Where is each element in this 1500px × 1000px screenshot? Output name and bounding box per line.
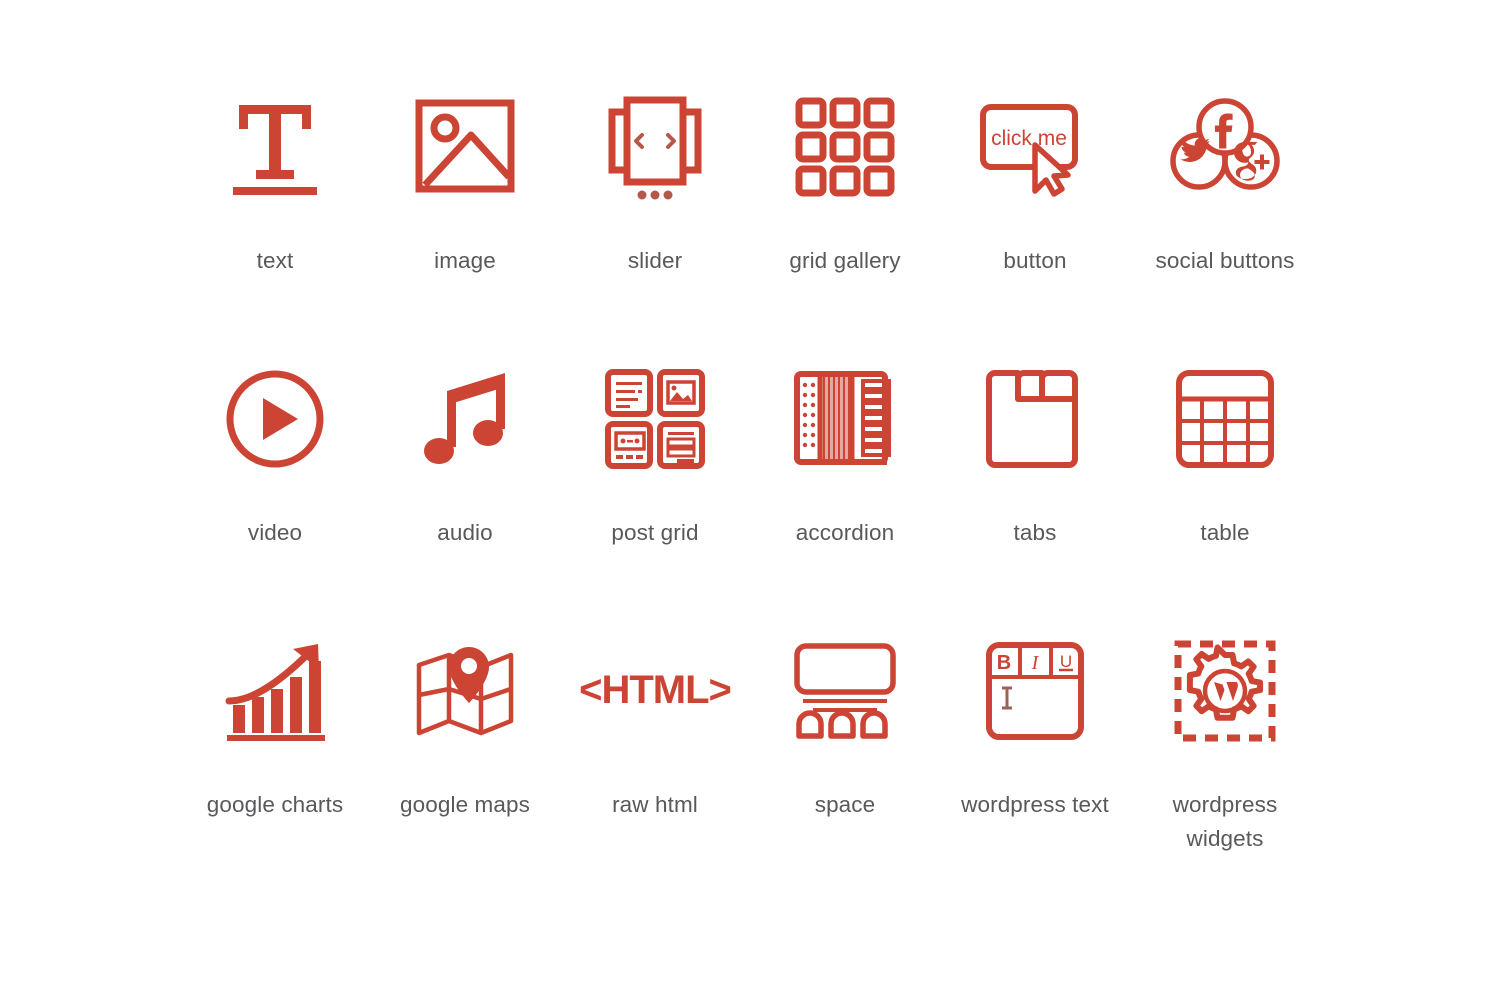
icon-label: raw html	[612, 792, 698, 817]
icon-label: button	[1003, 248, 1067, 273]
icon-label: video	[247, 520, 303, 545]
html-tag-icon: <HTML>	[579, 616, 732, 766]
icon-cell-text[interactable]: text	[180, 72, 370, 344]
play-circle-icon	[200, 344, 350, 494]
social-circles-icon	[1150, 72, 1300, 222]
icon-label: space	[814, 792, 876, 817]
icon-sheet: text image slider grid gallery click me …	[0, 0, 1500, 1000]
icon-label: google charts	[206, 792, 344, 817]
grid-gallery-icon	[770, 72, 920, 222]
click-me-button-cursor-icon: click me	[960, 72, 1110, 222]
wysiwyg-editor-icon: B I U	[960, 616, 1110, 766]
icon-label: grid gallery	[789, 248, 901, 273]
icon-cell-tabs[interactable]: tabs	[940, 344, 1130, 616]
icon-label: text	[256, 248, 294, 273]
music-note-icon	[390, 344, 540, 494]
icon-label: google maps	[400, 792, 530, 817]
icon-label: social buttons	[1155, 248, 1295, 273]
icon-cell-post-grid[interactable]: post grid	[560, 344, 750, 616]
icon-cell-audio[interactable]: audio	[370, 344, 560, 616]
html-glyph-text: <HTML>	[579, 668, 731, 712]
icon-cell-video[interactable]: video	[180, 344, 370, 616]
spacer-blocks-icon	[770, 616, 920, 766]
underline-glyph: U	[1060, 652, 1072, 671]
icon-cell-raw-html[interactable]: <HTML> raw html	[560, 616, 750, 888]
icon-cell-social-buttons[interactable]: social buttons	[1130, 72, 1320, 344]
post-grid-cards-icon	[580, 344, 730, 494]
icon-label: tabs	[1013, 520, 1057, 545]
picture-frame-icon	[390, 72, 540, 222]
bold-glyph: B	[997, 652, 1011, 674]
icon-cell-google-maps[interactable]: google maps	[370, 616, 560, 888]
icon-label: wordpress text	[961, 792, 1109, 817]
icon-cell-table[interactable]: table	[1130, 344, 1320, 616]
icon-cell-wordpress-widgets[interactable]: wordpress widgets	[1130, 616, 1320, 888]
icon-label: slider	[627, 248, 683, 273]
icon-label: post grid	[611, 520, 699, 545]
icon-label: image	[434, 248, 496, 273]
icon-cell-accordion[interactable]: accordion	[750, 344, 940, 616]
icon-label: accordion	[795, 520, 895, 545]
icon-cell-image[interactable]: image	[370, 72, 560, 344]
carousel-slider-icon	[580, 72, 730, 222]
icon-cell-button[interactable]: click me button	[940, 72, 1130, 344]
tabs-panel-icon	[960, 344, 1110, 494]
icon-cell-space[interactable]: space	[750, 616, 940, 888]
icon-label: audio	[437, 520, 493, 545]
icon-cell-grid-gallery[interactable]: grid gallery	[750, 72, 940, 344]
icon-grid: text image slider grid gallery click me …	[180, 72, 1320, 888]
icon-cell-wordpress-text[interactable]: B I U wordpress text	[940, 616, 1130, 888]
serif-t-underline-icon	[200, 72, 350, 222]
bar-chart-arrow-icon	[200, 616, 350, 766]
wordpress-gear-widget-icon	[1150, 616, 1300, 766]
button-glyph-text: click me	[991, 127, 1067, 150]
icon-label: table	[1200, 520, 1250, 545]
table-grid-icon	[1150, 344, 1300, 494]
folded-map-pin-icon	[390, 616, 540, 766]
accordion-instrument-icon	[770, 344, 920, 494]
italic-glyph: I	[1031, 652, 1040, 674]
icon-cell-slider[interactable]: slider	[560, 72, 750, 344]
icon-label: wordpress widgets	[1172, 792, 1278, 851]
icon-cell-google-charts[interactable]: google charts	[180, 616, 370, 888]
